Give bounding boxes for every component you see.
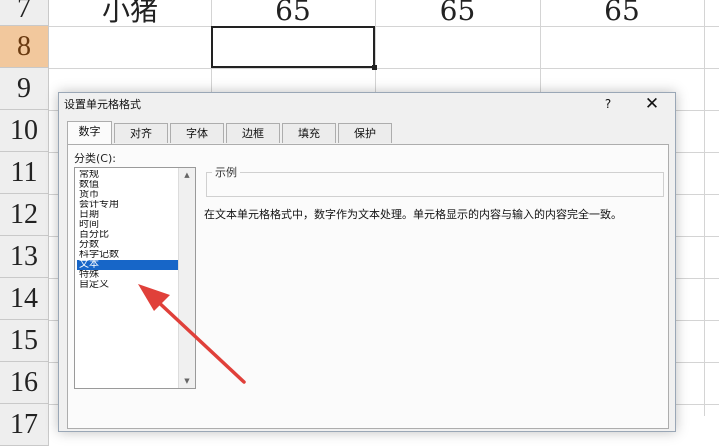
column-gridline: [704, 0, 705, 416]
sample-label: 示例: [212, 164, 240, 180]
row-header-10[interactable]: 10: [0, 110, 49, 152]
tab-font[interactable]: 字体: [170, 123, 224, 143]
category-general[interactable]: 常规: [77, 170, 179, 180]
row-header-16[interactable]: 16: [0, 362, 49, 404]
category-listbox[interactable]: 常规 数值 货币 会计专用 日期 时间 百分比 分数 科学记数 文本 特殊 自定…: [74, 167, 196, 389]
tab-border[interactable]: 边框: [226, 123, 280, 143]
tab-alignment[interactable]: 对齐: [114, 123, 168, 143]
tab-fill[interactable]: 填充: [282, 123, 336, 143]
format-description: 在文本单元格格式中，数字作为文本处理。单元格显示的内容与输入的内容完全一致。: [204, 208, 622, 221]
category-number[interactable]: 数值: [77, 180, 179, 190]
row-header-17[interactable]: 17: [0, 404, 49, 446]
category-text[interactable]: 文本: [77, 260, 179, 270]
row-header-13[interactable]: 13: [0, 236, 49, 278]
category-accounting[interactable]: 会计专用: [77, 200, 179, 210]
sample-group: 示例: [206, 164, 664, 197]
category-scientific[interactable]: 科学记数: [77, 250, 179, 260]
dialog-title: 设置单元格格式: [64, 98, 141, 111]
help-button[interactable]: ?: [593, 93, 623, 115]
category-date[interactable]: 日期: [77, 210, 179, 220]
tab-number[interactable]: 数字: [67, 121, 112, 144]
selected-cell[interactable]: [211, 26, 377, 70]
cell-row7-score[interactable]: 65: [211, 0, 375, 28]
row-header-14[interactable]: 14: [0, 278, 49, 320]
cell-row7-score[interactable]: 65: [375, 0, 540, 28]
category-fraction[interactable]: 分数: [77, 240, 179, 250]
cell-row7-name[interactable]: 小猪: [49, 0, 211, 28]
row-header-15[interactable]: 15: [0, 320, 49, 362]
row-header-7[interactable]: 7: [0, 0, 49, 26]
row-header-11[interactable]: 11: [0, 152, 49, 194]
category-special[interactable]: 特殊: [77, 270, 179, 280]
number-tab-panel: 分类(C): 常规 数值 货币 会计专用 日期 时间 百分比 分数 科学记数 文…: [67, 144, 669, 429]
scroll-down-arrow-icon[interactable]: ▼: [179, 374, 195, 388]
scroll-up-arrow-icon[interactable]: ▲: [179, 168, 195, 182]
row-header-12[interactable]: 12: [0, 194, 49, 236]
format-cells-dialog: 设置单元格格式 ? ✕ 数字 对齐 字体 边框 填充 保护 分类(C): 常规 …: [58, 92, 676, 432]
category-time[interactable]: 时间: [77, 220, 179, 230]
category-percentage[interactable]: 百分比: [77, 230, 179, 240]
row-header-9[interactable]: 9: [0, 68, 49, 110]
row-header-8[interactable]: 8: [0, 26, 49, 68]
category-label: 分类(C):: [74, 152, 116, 165]
category-custom[interactable]: 自定义: [77, 280, 179, 290]
tab-protection[interactable]: 保护: [338, 123, 392, 143]
close-button[interactable]: ✕: [637, 93, 667, 115]
category-currency[interactable]: 货币: [77, 190, 179, 200]
cell-row7-score[interactable]: 65: [540, 0, 704, 28]
category-scrollbar[interactable]: ▲ ▼: [178, 168, 195, 388]
row-gridline: [49, 68, 719, 69]
fill-handle[interactable]: [372, 65, 377, 70]
